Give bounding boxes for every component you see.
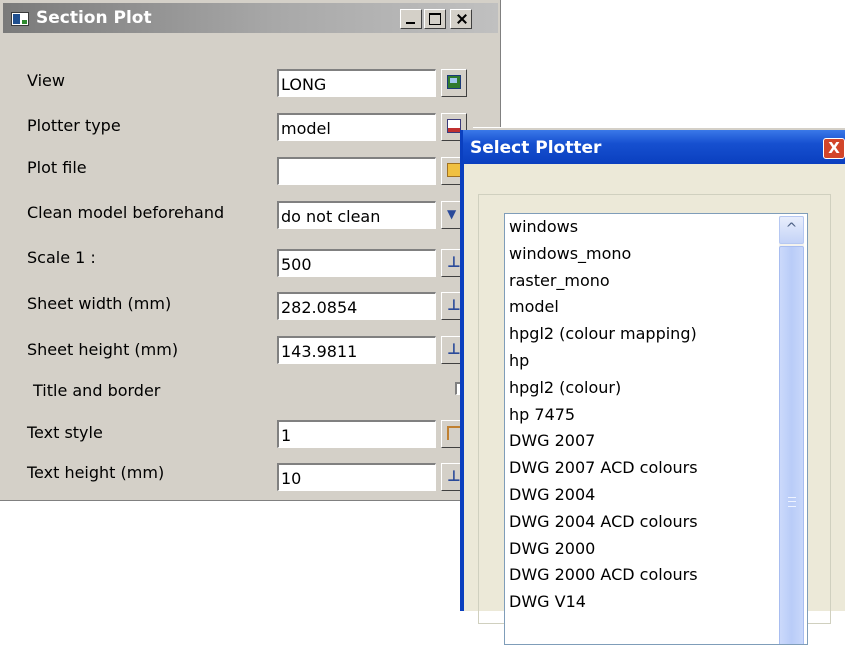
list-item[interactable]: raster_mono	[505, 268, 807, 295]
list-item[interactable]: DWG 2000 ACD colours	[505, 562, 807, 589]
view-picker-button[interactable]	[441, 69, 467, 97]
sheet-height-label: Sheet height (mm)	[27, 340, 179, 359]
scroll-up-icon[interactable]: ^	[779, 216, 804, 244]
list-item[interactable]: DWG 2000	[505, 536, 807, 563]
scale-label: Scale 1 :	[27, 248, 96, 267]
select-plotter-dialog: Select Plotter X windows windows_mono rast…	[460, 130, 845, 645]
window-title: Section Plot	[36, 8, 152, 28]
pick-value-icon: ⊥	[447, 253, 461, 271]
view-picker-icon	[447, 75, 461, 89]
plotter-list: windows windows_mono raster_mono model hpgl2…	[505, 214, 807, 616]
text-height-field[interactable]: 10	[277, 463, 436, 491]
close-icon[interactable]	[450, 9, 472, 29]
plotter-type-label: Plotter type	[27, 116, 121, 135]
view-field[interactable]: LONG	[277, 69, 436, 97]
list-item[interactable]: hpgl2 (colour)	[505, 375, 807, 402]
pick-value-icon: ⊥	[447, 296, 461, 314]
list-item[interactable]: DWG 2007 ACD colours	[505, 455, 807, 482]
sheet-width-field[interactable]: 282.0854	[277, 292, 436, 320]
sheet-height-field[interactable]: 143.9811	[277, 336, 436, 364]
pick-value-icon: ⊥	[447, 467, 461, 485]
plotter-listbox[interactable]: windows windows_mono raster_mono model hpgl2…	[504, 213, 808, 645]
select-plotter-titlebar[interactable]: Select Plotter X	[463, 130, 845, 164]
section-plot-titlebar[interactable]: Section Plot	[3, 3, 498, 33]
app-icon	[11, 12, 29, 26]
pick-value-icon: ⊥	[447, 340, 461, 358]
title-and-border-label: Title and border	[33, 381, 161, 400]
clean-model-select[interactable]: do not clean	[277, 201, 436, 229]
vertical-scrollbar[interactable]: ^	[779, 216, 804, 644]
text-height-label: Text height (mm)	[27, 463, 165, 482]
list-item[interactable]: DWG 2004 ACD colours	[505, 509, 807, 536]
list-item[interactable]: DWG 2007	[505, 428, 807, 455]
plot-file-label: Plot file	[27, 158, 87, 177]
view-label: View	[27, 71, 65, 90]
list-item[interactable]: hpgl2 (colour mapping)	[505, 321, 807, 348]
scale-field[interactable]: 500	[277, 249, 436, 277]
list-item[interactable]: windows	[505, 214, 807, 241]
dialog-title: Select Plotter	[470, 138, 602, 158]
list-item[interactable]: model	[505, 294, 807, 321]
sheet-width-label: Sheet width (mm)	[27, 294, 172, 313]
select-plotter-body: windows windows_mono raster_mono model hpgl2…	[464, 164, 845, 645]
plot-file-field[interactable]	[277, 157, 436, 185]
text-style-icon	[447, 426, 461, 440]
plotter-type-field[interactable]: model	[277, 113, 436, 141]
section-plot-window: Section Plot View LONG Plotter type mode…	[0, 0, 501, 501]
list-item[interactable]: windows_mono	[505, 241, 807, 268]
scroll-thumb[interactable]	[779, 246, 804, 644]
close-icon[interactable]: X	[823, 138, 845, 159]
list-item[interactable]: DWG 2004	[505, 482, 807, 509]
clean-model-label: Clean model beforehand	[27, 203, 225, 222]
dropdown-arrow-icon: ▼	[447, 207, 457, 221]
list-item[interactable]: hp 7475	[505, 402, 807, 429]
maximize-icon[interactable]	[424, 9, 446, 29]
folder-icon	[447, 163, 461, 177]
list-item[interactable]: DWG V14	[505, 589, 807, 616]
list-item[interactable]: hp	[505, 348, 807, 375]
text-style-label: Text style	[27, 423, 103, 442]
text-style-field[interactable]: 1	[277, 420, 436, 448]
grip-icon	[788, 497, 796, 507]
plotter-select-icon	[447, 119, 461, 133]
minimize-icon[interactable]	[400, 9, 422, 29]
